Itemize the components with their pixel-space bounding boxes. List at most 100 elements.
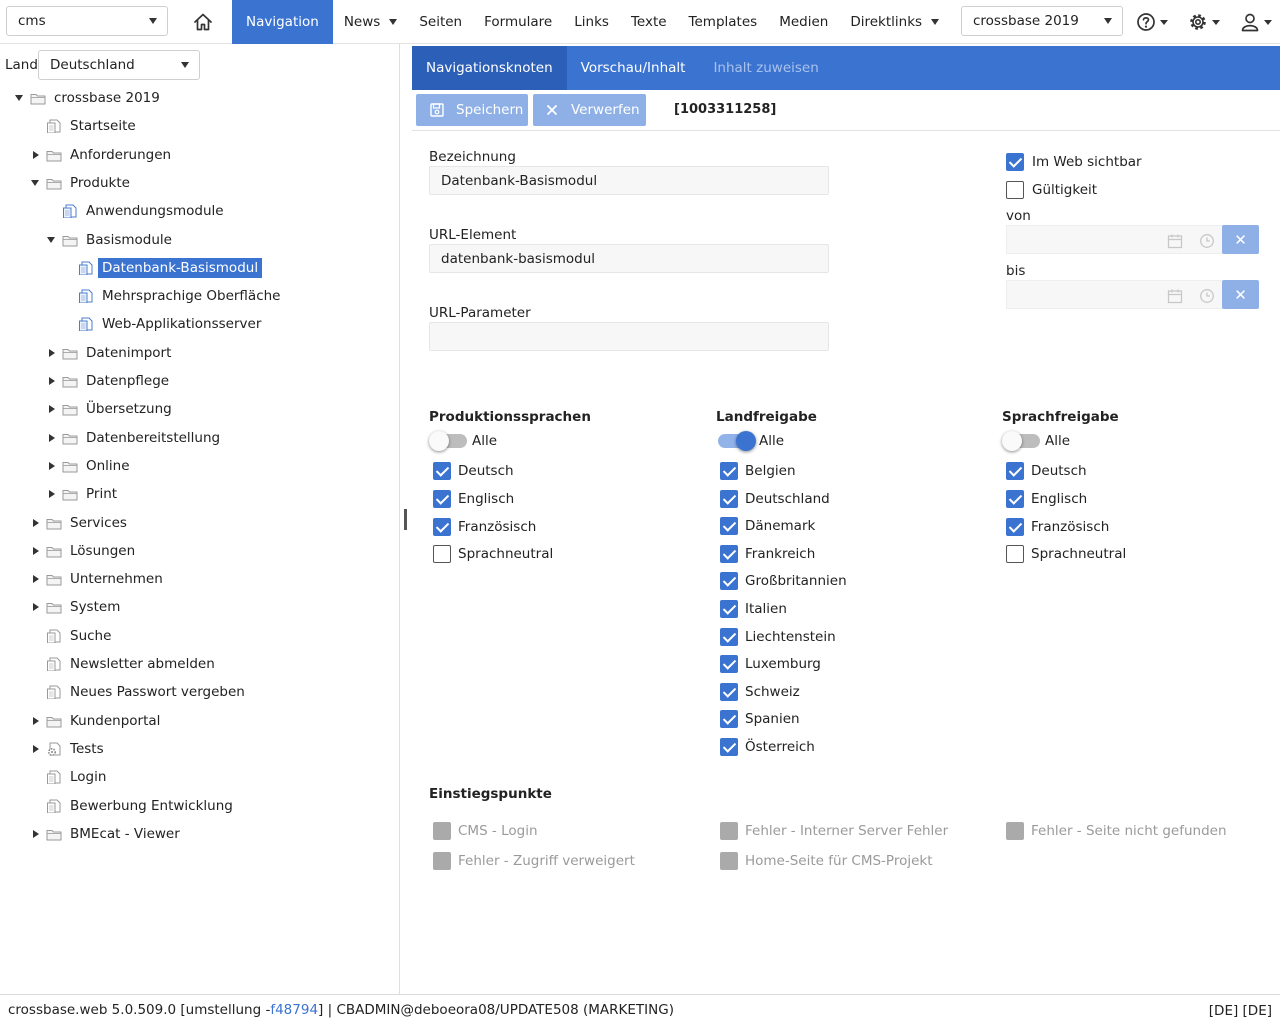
nav-item-direktlinks[interactable]: Direktlinks <box>839 0 950 44</box>
checkbox-landfreigabe-osterreich[interactable] <box>720 738 738 756</box>
expand-arrow-right-icon[interactable] <box>30 573 42 585</box>
tree-node-newsletter-abmelden[interactable]: Newsletter abmelden <box>30 652 219 676</box>
nav-item-templates[interactable]: Templates <box>678 0 769 44</box>
tree-node-mehrsprachige-oberflache[interactable]: Mehrsprachige Oberfläche <box>62 284 285 308</box>
help-menu[interactable] <box>1136 11 1168 33</box>
checkbox-landfreigabe-belgien[interactable] <box>720 462 738 480</box>
nav-item-medien[interactable]: Medien <box>768 0 839 44</box>
bezeichnung-field[interactable]: Datenbank-Basismodul <box>429 166 829 195</box>
checkbox-produktionssprachen-franzosisch[interactable] <box>433 517 451 536</box>
web-visible-checkbox[interactable] <box>1006 153 1024 171</box>
pane-splitter-handle[interactable] <box>404 509 407 530</box>
expand-arrow-right-icon[interactable] <box>46 375 58 387</box>
clock-icon[interactable] <box>1199 288 1215 304</box>
commit-hash-link[interactable]: f48794 <box>270 1002 318 1018</box>
checkbox-sprachfreigabe-deutsch[interactable] <box>1006 462 1024 480</box>
tree-node-datenbank-basismodul[interactable]: Datenbank-Basismodul <box>62 256 263 280</box>
tree-node-datenpflege[interactable]: Datenpflege <box>46 369 173 393</box>
tree-node-unternehmen[interactable]: Unternehmen <box>30 567 167 591</box>
expand-arrow-right-icon[interactable] <box>46 347 58 359</box>
expand-arrow-right-icon[interactable] <box>46 403 58 415</box>
tree-node-anwendungsmodule[interactable]: Anwendungsmodule <box>46 199 228 223</box>
checkbox-landfreigabe-frankreich[interactable] <box>720 544 738 563</box>
nav-item-formulare[interactable]: Formulare <box>473 0 563 44</box>
select-all-toggle[interactable] <box>429 431 467 451</box>
settings-menu[interactable] <box>1188 11 1220 33</box>
user-menu[interactable] <box>1240 11 1272 33</box>
checkbox-landfreigabe-luxemburg[interactable] <box>720 655 738 674</box>
checkbox-landfreigabe-spanien[interactable] <box>720 710 738 729</box>
tree-node-tests[interactable]: Tests <box>30 737 108 761</box>
nav-item-texte[interactable]: Texte <box>620 0 678 44</box>
site-select[interactable]: crossbase 2019 <box>961 6 1123 36</box>
checkbox-produktionssprachen-sprachneutral[interactable] <box>433 545 451 564</box>
tree-node-neues-passwort-vergeben[interactable]: Neues Passwort vergeben <box>30 680 249 704</box>
expand-arrow-right-icon[interactable] <box>30 149 42 161</box>
tree-node-online[interactable]: Online <box>46 454 134 478</box>
expand-arrow-right-icon[interactable] <box>30 715 42 727</box>
save-button[interactable]: Speichern <box>416 94 528 126</box>
tree-node-startseite[interactable]: Startseite <box>30 114 140 138</box>
tree-node-system[interactable]: System <box>30 595 124 619</box>
tree-node-datenimport[interactable]: Datenimport <box>46 341 175 365</box>
tree-node-ubersetzung[interactable]: Übersetzung <box>46 397 176 421</box>
tree-node-login[interactable]: Login <box>30 765 110 789</box>
expand-arrow-down-icon[interactable] <box>46 234 58 246</box>
tree-node-bewerbung-entwicklung[interactable]: Bewerbung Entwicklung <box>30 794 237 818</box>
tree-node-suche[interactable]: Suche <box>30 624 115 648</box>
discard-button[interactable]: Verwerfen <box>533 94 646 126</box>
checkbox-landfreigabe-liechtenstein[interactable] <box>720 627 738 646</box>
tree-node-services[interactable]: Services <box>30 511 131 535</box>
nav-item-navigation[interactable]: Navigation <box>232 0 333 44</box>
checkbox-produktionssprachen-deutsch[interactable] <box>433 462 451 480</box>
tree-node-datenbereitstellung[interactable]: Datenbereitstellung <box>46 426 224 450</box>
nav-item-news[interactable]: News <box>333 0 408 44</box>
from-date-input[interactable] <box>1006 225 1250 254</box>
expand-arrow-right-icon[interactable] <box>30 517 42 529</box>
url-parameter-field[interactable] <box>429 322 829 351</box>
tab-navigationsknoten[interactable]: Navigationsknoten <box>412 46 567 90</box>
clear-from-date-button[interactable]: ✕ <box>1222 225 1259 254</box>
expand-arrow-right-icon[interactable] <box>30 545 42 557</box>
calendar-icon[interactable] <box>1167 288 1183 304</box>
home-icon[interactable] <box>192 11 214 33</box>
tree-node-anforderungen[interactable]: Anforderungen <box>30 143 175 167</box>
expand-arrow-down-icon[interactable] <box>14 92 26 104</box>
checkbox-landfreigabe-schweiz[interactable] <box>720 682 738 701</box>
tree-node-web-applikationsserver[interactable]: Web-Applikationsserver <box>62 312 265 336</box>
checkbox-sprachfreigabe-franzosisch[interactable] <box>1006 517 1024 536</box>
expand-arrow-right-icon[interactable] <box>46 488 58 500</box>
to-date-input[interactable] <box>1006 280 1250 309</box>
tree-node-basismodule[interactable]: Basismodule <box>46 228 176 252</box>
tab-vorschau-inhalt[interactable]: Vorschau/Inhalt <box>567 46 700 90</box>
tree-node-crossbase-2019[interactable]: crossbase 2019 <box>14 86 164 110</box>
tree-node-produkte[interactable]: Produkte <box>30 171 134 195</box>
checkbox-sprachfreigabe-englisch[interactable] <box>1006 489 1024 508</box>
checkbox-produktionssprachen-englisch[interactable] <box>433 489 451 508</box>
expand-arrow-right-icon[interactable] <box>46 460 58 472</box>
checkbox-landfreigabe-danemark[interactable] <box>720 517 738 536</box>
project-select[interactable]: cms <box>6 6 168 36</box>
url-element-field[interactable]: datenbank-basismodul <box>429 244 829 273</box>
nav-item-links[interactable]: Links <box>563 0 620 44</box>
checkbox-landfreigabe-grossbritannien[interactable] <box>720 572 738 591</box>
expand-arrow-right-icon[interactable] <box>30 828 42 840</box>
select-all-toggle[interactable] <box>1002 431 1040 451</box>
expand-arrow-right-icon[interactable] <box>46 432 58 444</box>
expand-arrow-right-icon[interactable] <box>30 743 42 755</box>
tree-node-kundenportal[interactable]: Kundenportal <box>30 709 164 733</box>
tree-node-print[interactable]: Print <box>46 482 121 506</box>
nav-item-seiten[interactable]: Seiten <box>408 0 473 44</box>
validity-checkbox[interactable] <box>1006 181 1024 199</box>
expand-arrow-down-icon[interactable] <box>30 177 42 189</box>
tree-node-bmecat-viewer[interactable]: BMEcat - Viewer <box>30 822 184 846</box>
checkbox-landfreigabe-deutschland[interactable] <box>720 489 738 508</box>
clear-to-date-button[interactable]: ✕ <box>1222 280 1259 309</box>
clock-icon[interactable] <box>1199 233 1215 249</box>
checkbox-landfreigabe-italien[interactable] <box>720 600 738 618</box>
calendar-icon[interactable] <box>1167 233 1183 249</box>
checkbox-sprachfreigabe-sprachneutral[interactable] <box>1006 545 1024 564</box>
tree-node-losungen[interactable]: Lösungen <box>30 539 139 563</box>
select-all-toggle[interactable] <box>718 431 756 451</box>
land-select[interactable]: Deutschland <box>38 50 200 80</box>
